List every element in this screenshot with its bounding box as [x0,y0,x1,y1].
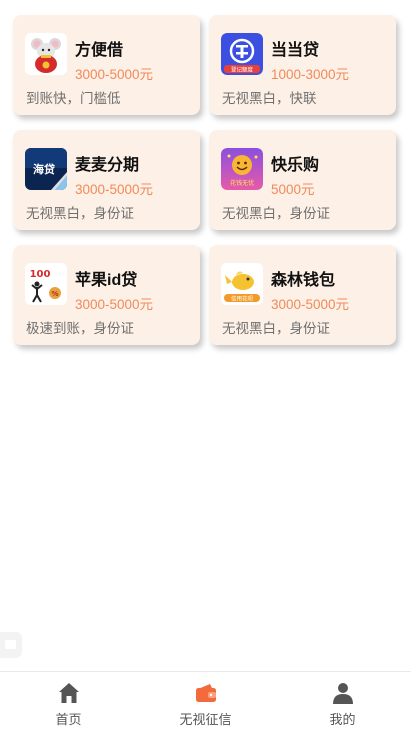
product-amount: 3000-5000元 [75,297,154,312]
svg-text:海贷: 海贷 [33,162,55,176]
product-desc: 无视黑白，身份证 [26,206,134,221]
product-name: 麦麦分期 [75,157,140,174]
tab-home[interactable]: 首页 [0,672,137,731]
product-desc: 到账快，门槛低 [26,91,121,106]
product-desc: 极速到账，身份证 [26,321,134,336]
tab-no-credit-check[interactable]: 无视征信 [137,672,274,731]
dangdang-loan-icon: 登记额度 [221,33,263,75]
tab-label: 首页 [55,712,82,727]
product-amount: 3000-5000元 [271,297,350,312]
product-card[interactable]: 花钱无忧 快乐购 5000元 无视黑白，身份证 [209,130,396,230]
forest-wallet-icon: 信用花呗 [221,263,263,305]
product-card[interactable]: 方便借 3000-5000元 到账快，门槛低 [13,15,200,115]
page: 方便借 3000-5000元 到账快，门槛低 登记额度 当当贷 1000-300… [0,0,411,731]
product-desc: 无视黑白，身份证 [222,206,330,221]
product-card[interactable]: 海贷 麦麦分期 3000-5000元 无视黑白，身份证 [13,130,200,230]
product-amount: 3000-5000元 [75,67,154,82]
mouse-money-bag-icon [25,33,67,75]
product-name: 苹果id贷 [75,272,138,289]
home-icon [58,683,79,703]
product-card[interactable]: 信用花呗 森林钱包 3000-5000元 无视黑白，身份证 [209,245,396,345]
product-amount: 1000-3000元 [271,67,350,82]
floating-button[interactable] [0,632,22,658]
svg-text:信用花呗: 信用花呗 [231,294,254,302]
tab-label: 无视征信 [179,712,232,727]
kuailegou-icon: 花钱无忧 [221,148,263,190]
tab-mine[interactable]: 我的 [274,672,411,731]
product-card[interactable]: 100 % 苹果id贷 3000-5000元 极速到账，身份证 [13,245,200,345]
user-icon [332,683,353,704]
product-desc: 无视黑白，快联 [222,91,317,106]
svg-text:登记额度: 登记额度 [231,65,254,73]
apple-id-loan-icon: 100 % [25,263,67,305]
bottom-tabbar: 首页 无视征信 我的 [0,671,411,731]
product-desc: 无视黑白，身份证 [222,321,330,336]
product-amount: 5000元 [271,182,315,197]
product-name: 当当贷 [271,42,320,59]
haidai-icon: 海贷 [25,148,67,190]
product-card[interactable]: 登记额度 当当贷 1000-3000元 无视黑白，快联 [209,15,396,115]
svg-text:花钱无忧: 花钱无忧 [230,179,254,187]
product-name: 方便借 [75,42,124,59]
product-amount: 3000-5000元 [75,182,154,197]
svg-text:%: % [51,290,58,298]
tab-label: 我的 [329,712,356,727]
product-name: 森林钱包 [271,272,336,289]
product-name: 快乐购 [271,157,320,174]
svg-text:100: 100 [30,269,51,280]
wallet-icon [195,684,216,702]
product-grid: 方便借 3000-5000元 到账快，门槛低 登记额度 当当贷 1000-300… [13,15,397,345]
